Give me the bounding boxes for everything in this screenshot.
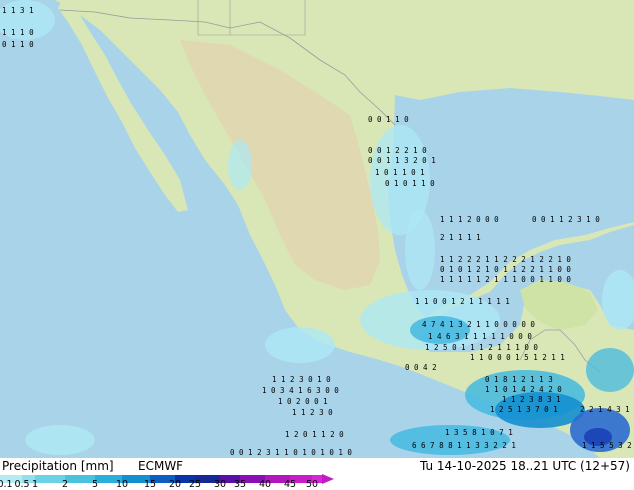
rain-southeast-sea <box>586 348 634 392</box>
value-row: 1 1 2 3 8 3 1 <box>502 395 561 404</box>
value-row: 0 0 1 2 3 1 1 0 1 0 1 0 1 0 <box>230 448 352 457</box>
rain-tamaulipas <box>405 210 435 290</box>
value-row: 1 2 5 1 3 7 0 1 <box>490 405 558 414</box>
value-row: 1 0 3 4 1 6 3 0 0 <box>262 386 339 395</box>
map-canvas: 1 1 3 1 1 1 1 0 0 1 1 0 0 0 1 1 0 0 0 1 … <box>0 0 634 458</box>
value-row: 1 1 2 3 0 1 0 <box>272 375 331 384</box>
value-row: 1 1 1 0 <box>2 28 34 37</box>
value-row: 0 0 4 2 <box>405 363 437 372</box>
value-row: 2 2 1 4 3 1 <box>580 405 630 414</box>
scale-tick-label: 30 <box>213 479 227 490</box>
scale-tick-label: 40 <box>258 479 272 490</box>
value-row: 1 2 5 0 1 1 1 2 1 1 1 0 0 <box>425 343 538 352</box>
value-row: 1 1 2 2 2 1 1 2 2 2 1 2 2 1 0 <box>440 255 571 264</box>
value-row: 0 0 1 1 2 3 1 0 <box>532 215 600 224</box>
value-row: 4 7 4 1 3 2 1 1 0 0 0 0 0 <box>422 320 535 329</box>
value-row: 0 1 8 1 2 1 1 3 <box>485 375 553 384</box>
legend: Precipitation [mm] ECMWF Tu 14-10-2025 1… <box>0 458 634 490</box>
value-row: 1 0 2 0 0 1 <box>278 397 328 406</box>
precipitation-map[interactable]: 1 1 3 1 1 1 1 0 0 1 1 0 0 0 1 1 0 0 0 1 … <box>0 0 634 490</box>
scale-tick-label: 2 <box>61 479 69 490</box>
value-row: 1 1 2 3 0 <box>292 408 333 417</box>
scale-tick-label: 5 <box>91 479 99 490</box>
value-row: 6 6 7 8 8 1 1 3 3 2 2 1 <box>412 441 516 450</box>
legend-title: Precipitation [mm] <box>2 459 114 473</box>
scale-tick-label: 1 <box>31 479 39 490</box>
value-row: 0 0 1 2 2 1 0 <box>368 146 427 155</box>
valid-time: Tu 14-10-2025 18..21 UTC (12+57) <box>419 459 630 473</box>
scale-tick-label: 20 <box>168 479 182 490</box>
value-row: 1 1 5 5 3 2 <box>582 441 632 450</box>
scale-tick-label: 0.1 <box>0 479 13 490</box>
value-row: 0 1 0 1 1 0 <box>385 179 435 188</box>
value-row: 1 4 6 3 1 1 1 1 1 0 0 0 <box>428 332 532 341</box>
value-row: 1 1 1 1 1 2 1 1 1 0 0 1 1 0 0 <box>440 275 571 284</box>
value-row: 1 1 3 1 <box>2 6 34 15</box>
scale-tick-label: 15 <box>143 479 157 490</box>
value-row: 1 2 0 1 1 2 0 <box>285 430 344 439</box>
value-row: 1 1 0 0 0 1 5 1 2 1 1 <box>470 353 565 362</box>
value-row: 0 1 1 0 <box>2 40 34 49</box>
scale-labels: 0.1 0.5 1 2 5 10 15 20 25 30 35 40 45 50 <box>0 479 634 490</box>
rain-baja <box>228 140 252 190</box>
value-row: 1 1 0 0 1 2 1 1 1 1 1 <box>415 297 510 306</box>
rain-pacific-south <box>265 327 335 363</box>
scale-tick-label: 25 <box>188 479 202 490</box>
value-row: 1 1 1 2 0 0 0 <box>440 215 499 224</box>
value-row: 1 1 0 1 4 2 4 2 0 <box>485 385 562 394</box>
value-row: 0 1 0 1 2 1 0 1 1 2 2 1 1 0 0 <box>440 265 571 274</box>
scale-tick-label: 50 <box>305 479 319 490</box>
scale-tick-label: 10 <box>115 479 129 490</box>
model-name: ECMWF <box>138 459 184 473</box>
scale-tick-label: 45 <box>283 479 297 490</box>
scale-tick-label: 0.5 <box>14 479 30 490</box>
value-row: 1 3 5 8 1 0 7 1 <box>445 428 513 437</box>
rain-sw-pacific <box>25 425 95 455</box>
scale-tick-label: 35 <box>233 479 247 490</box>
value-row: 0 0 1 1 0 <box>368 115 409 124</box>
value-row: 0 0 1 1 3 2 0 1 <box>368 156 436 165</box>
value-row: 1 0 1 1 0 1 <box>375 168 425 177</box>
value-row: 2 1 1 1 1 <box>440 233 481 242</box>
